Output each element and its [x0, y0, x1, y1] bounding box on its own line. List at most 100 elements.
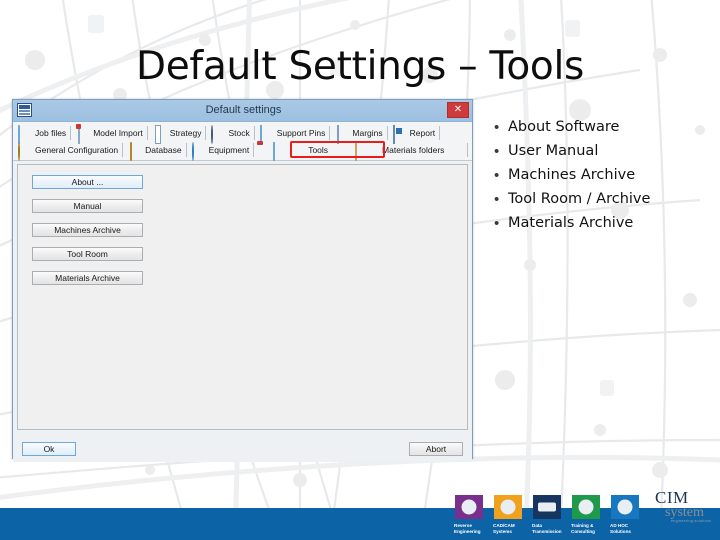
gear-icon — [18, 141, 32, 161]
toolbar-item-support-pins[interactable]: Support Pins — [259, 124, 326, 144]
toolbar-label: Model Import — [93, 127, 143, 138]
toolbar-divider — [439, 125, 441, 140]
caption-line-1: Reverse — [454, 523, 472, 528]
footer-logo-caption: CAD/CAM Systems — [491, 523, 525, 535]
cadcam-systems-icon — [494, 495, 522, 519]
toolbar-item-margins[interactable]: Margins — [334, 124, 383, 144]
toolbar-item-materials-folders[interactable]: Materials folders — [354, 141, 445, 161]
footer-logo-strip: Reverse Engineering CAD/CAM Systems Data… — [452, 495, 642, 535]
database-folder-icon — [128, 141, 142, 161]
toolbar-divider — [253, 125, 255, 140]
list-icon — [153, 124, 167, 144]
toolbar-item-stock[interactable]: Stock — [210, 124, 250, 144]
caption-line-2: Systems — [493, 529, 512, 534]
toolbar-label: Margins — [352, 127, 383, 138]
toolbar-divider — [205, 125, 207, 140]
bullet-dot-icon: • — [494, 191, 500, 208]
reverse-engineering-icon — [455, 495, 483, 519]
toolbar-label: Materials folders — [382, 144, 445, 155]
footer-logo-caption: AD HOC Solutions — [608, 523, 642, 535]
machines-archive-button[interactable]: Machines Archive — [32, 223, 143, 237]
list-item-label: About Software — [508, 119, 620, 135]
ok-button[interactable]: Ok — [22, 442, 76, 456]
list-item: • Tool Room / Archive — [494, 189, 720, 210]
caption-line-2: Engineering — [454, 529, 481, 534]
caption-line-2: Transmission — [532, 529, 562, 534]
toolbar-label: Equipment — [208, 144, 250, 155]
footer-logo-caption: Data Transmission — [530, 523, 564, 535]
manual-button[interactable]: Manual — [32, 199, 143, 213]
page-icon — [335, 124, 349, 144]
close-icon[interactable]: ✕ — [447, 102, 469, 118]
footer-logo-caption: Reverse Engineering — [452, 523, 486, 535]
toolbar-divider — [185, 142, 187, 157]
caption-line-1: Training & — [571, 523, 594, 528]
page-title: Default Settings – Tools — [135, 44, 585, 89]
bullet-list: • About Software • User Manual • Machine… — [494, 117, 720, 237]
list-item-label: User Manual — [508, 143, 599, 159]
toolbar-label: Support Pins — [276, 127, 326, 138]
caption-line-1: Data — [532, 523, 542, 528]
caption-line-1: CAD/CAM — [493, 523, 515, 528]
caption-line-2: Consulting — [571, 529, 595, 534]
materials-archive-button[interactable]: Materials Archive — [32, 271, 143, 285]
default-settings-dialog: Default settings ✕ Job files Model Impor… — [12, 99, 473, 462]
toolbar-divider — [467, 142, 468, 157]
footer-logo-item: AD HOC Solutions — [608, 495, 642, 535]
toolbar-item-database[interactable]: Database — [127, 141, 182, 161]
toolbar-label: Tools — [308, 144, 329, 155]
toolbar-label: Job files — [35, 127, 67, 138]
dialog-footer: Ok Abort — [13, 440, 472, 462]
materials-folder-icon — [355, 141, 369, 161]
training-consulting-icon — [572, 495, 600, 519]
toolbar-item-report[interactable]: Report — [392, 124, 436, 144]
list-item: • User Manual — [494, 141, 720, 162]
tool-room-button[interactable]: Tool Room — [32, 247, 143, 261]
dialog-toolbar: Job files Model Import Strategy Stock Su… — [13, 122, 472, 161]
brand-subname: system — [665, 505, 704, 520]
toolbar-item-strategy[interactable]: Strategy — [152, 124, 202, 144]
report-icon — [392, 124, 407, 144]
toolbar-label: Strategy — [169, 127, 202, 138]
equipment-icon — [191, 141, 206, 161]
toolbar-row-1: Job files Model Import Strategy Stock Su… — [13, 124, 472, 144]
document-import-icon — [76, 124, 90, 144]
cim-system-logo: CIM system engineering solutions — [655, 488, 717, 523]
list-item-label: Materials Archive — [508, 215, 634, 231]
toolbar-divider — [386, 125, 388, 140]
toolbar-divider — [329, 125, 331, 140]
toolbar-label: General Configuration — [35, 144, 119, 155]
about-button[interactable]: About ... — [32, 175, 143, 189]
toolbar-row-2: General Configuration Database Equipment… — [13, 141, 472, 161]
dialog-body: About ... Manual Machines Archive Tool R… — [13, 161, 472, 440]
footer-logo-item: CAD/CAM Systems — [491, 495, 525, 535]
toolbar-divider — [122, 142, 124, 157]
list-item: • About Software — [494, 117, 720, 138]
toolbar-divider — [70, 125, 72, 140]
footer-logo-item: Data Transmission — [530, 495, 564, 535]
toolbar-item-equipment[interactable]: Equipment — [191, 141, 250, 161]
support-pins-icon — [259, 124, 274, 144]
tools-folder-icon — [273, 141, 287, 161]
toolbar-label: Report — [409, 127, 436, 138]
bullet-dot-icon: • — [494, 119, 500, 136]
toolbar-item-job-files[interactable]: Job files — [17, 124, 67, 144]
list-item: • Machines Archive — [494, 165, 720, 186]
content-pane: About ... Manual Machines Archive Tool R… — [17, 164, 468, 430]
footer-logo-item: Reverse Engineering — [452, 495, 486, 535]
toolbar-divider — [253, 142, 255, 157]
toolbar-item-tools[interactable]: Tools — [272, 141, 329, 161]
sphere-icon — [211, 124, 225, 144]
dialog-title: Default settings — [205, 104, 282, 116]
data-transmission-icon — [533, 495, 561, 519]
list-item-label: Machines Archive — [508, 167, 636, 183]
toolbar-item-model-import[interactable]: Model Import — [75, 124, 143, 144]
dialog-titlebar[interactable]: Default settings ✕ — [13, 100, 472, 122]
adhoc-solutions-icon — [611, 495, 639, 519]
brand-name: CIM — [655, 488, 689, 507]
toolbar-item-general-configuration[interactable]: General Configuration — [17, 141, 119, 161]
footer-logo-caption: Training & Consulting — [569, 523, 603, 535]
caption-line-1: AD HOC — [610, 523, 629, 528]
abort-button[interactable]: Abort — [409, 442, 463, 456]
toolbar-label: Database — [145, 144, 182, 155]
